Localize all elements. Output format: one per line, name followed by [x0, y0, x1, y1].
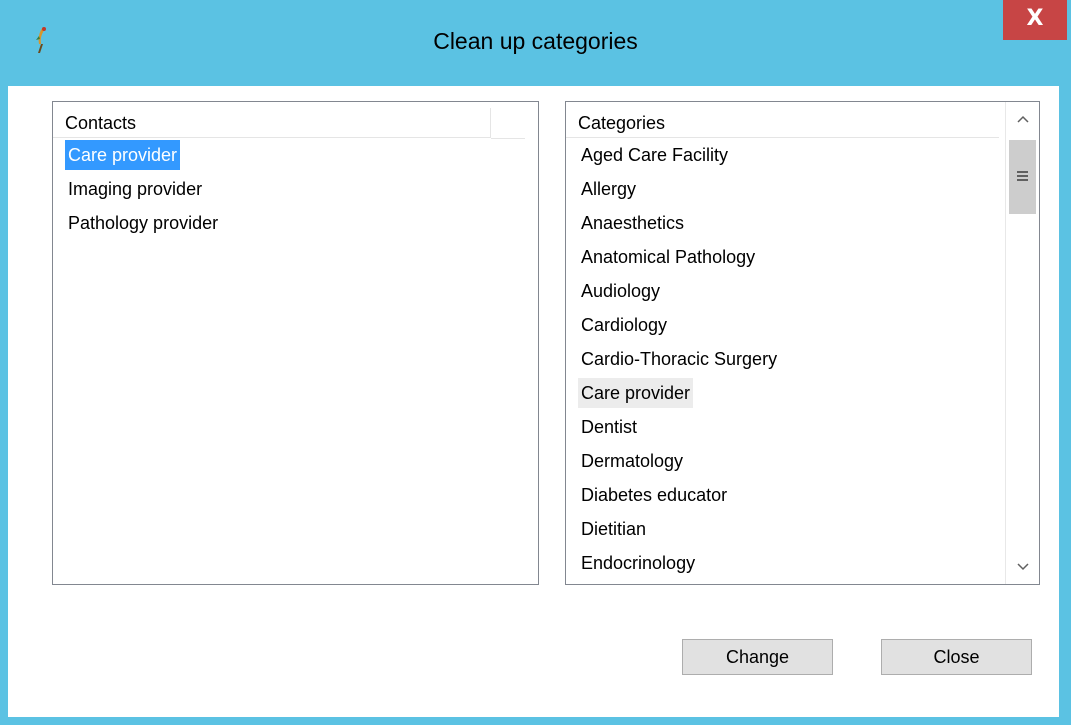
category-item[interactable]: Endocrinology: [578, 548, 698, 578]
chevron-down-icon: [1016, 563, 1029, 571]
scroll-down-button[interactable]: [1006, 550, 1039, 584]
category-item[interactable]: Anaesthetics: [578, 208, 687, 238]
categories-list[interactable]: Categories Aged Care Facility Allergy An…: [565, 101, 1040, 585]
title-bar[interactable]: Clean up categories X: [0, 0, 1071, 86]
scrollbar-thumb[interactable]: [1009, 140, 1036, 214]
categories-column-header[interactable]: Categories: [566, 108, 999, 138]
scroll-up-button[interactable]: [1006, 102, 1039, 136]
close-button[interactable]: Close: [881, 639, 1032, 675]
close-window-button[interactable]: X: [1003, 0, 1067, 40]
category-item[interactable]: Aged Care Facility: [578, 140, 731, 170]
dialog-window: Clean up categories X Contacts Care prov…: [0, 0, 1071, 725]
contacts-header-filler: [491, 108, 525, 139]
category-item[interactable]: Audiology: [578, 276, 663, 306]
category-item-care-provider[interactable]: Care provider: [578, 378, 694, 408]
contacts-column-header[interactable]: Contacts: [53, 108, 491, 138]
category-item[interactable]: Diabetes educator: [578, 480, 730, 510]
grip-icon: [1017, 171, 1028, 181]
category-item[interactable]: Dermatology: [578, 446, 686, 476]
dialog-client-area: Contacts Care provider Imaging provider …: [8, 86, 1059, 717]
category-item[interactable]: Anatomical Pathology: [578, 242, 758, 272]
contact-item-imaging-provider[interactable]: Imaging provider: [65, 174, 205, 204]
window-title: Clean up categories: [433, 28, 638, 54]
categories-scrollbar[interactable]: [1005, 102, 1039, 584]
category-item[interactable]: Dentist: [578, 412, 640, 442]
contacts-list[interactable]: Contacts Care provider Imaging provider …: [52, 101, 539, 585]
category-item[interactable]: Dietitian: [578, 514, 649, 544]
contact-item-care-provider[interactable]: Care provider: [65, 140, 181, 170]
category-item[interactable]: Allergy: [578, 174, 639, 204]
contact-item-pathology-provider[interactable]: Pathology provider: [65, 208, 221, 238]
change-button[interactable]: Change: [682, 639, 833, 675]
chevron-up-icon: [1016, 115, 1029, 123]
category-item[interactable]: Cardio-Thoracic Surgery: [578, 344, 780, 374]
category-item[interactable]: Cardiology: [578, 310, 670, 340]
